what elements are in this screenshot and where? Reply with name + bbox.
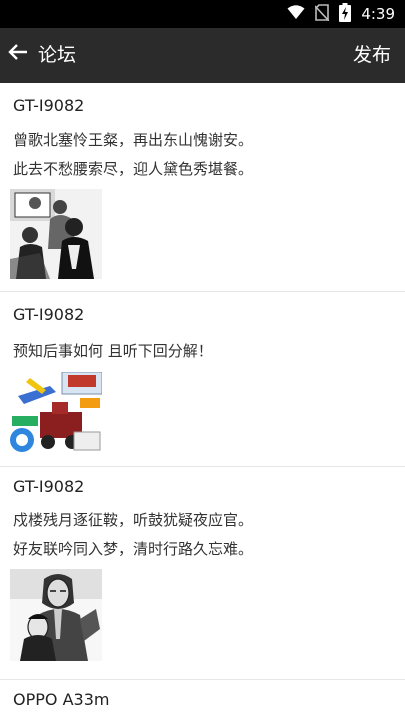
post-author: GT-I9082: [13, 477, 85, 496]
post-list[interactable]: GT-I9082 曾歌北塞怜王粲，再出东山愧谢安。 此去不愁腰索尽，迎人黛色秀堪…: [0, 83, 405, 720]
page-title: 论坛: [38, 44, 77, 66]
comic-illustration-people-icon[interactable]: [10, 189, 102, 279]
post-text-line: 此去不愁腰索尽，迎人黛色秀堪餐。: [13, 160, 254, 178]
back-button[interactable]: [6, 42, 30, 66]
post-text-line: 戍楼残月逐征鞍，听鼓犹疑夜应官。: [13, 511, 254, 529]
post-item[interactable]: OPPO A33m: [0, 680, 405, 720]
status-bar: 4:39: [0, 0, 405, 28]
publish-button[interactable]: 发布: [353, 42, 391, 68]
sketch-portrait-woman-child-icon[interactable]: [10, 569, 102, 661]
battery-charging-icon: [339, 2, 352, 26]
no-sim-icon: [314, 3, 330, 25]
wifi-icon: [287, 4, 305, 24]
app-bar: 论坛 发布: [0, 28, 405, 83]
post-text-line: 预知后事如何 且听下回分解！: [13, 342, 213, 360]
arrow-left-icon: [8, 43, 28, 65]
post-item[interactable]: GT-I9082 戍楼残月逐征鞍，听鼓犹疑夜应官。 好友联吟同入梦，清时行路久忘…: [0, 467, 405, 680]
post-text-line: 曾歌北塞怜王粲，再出东山愧谢安。: [13, 131, 254, 149]
post-item[interactable]: GT-I9082 预知后事如何 且听下回分解！: [0, 292, 405, 467]
toy-train-photo-icon[interactable]: [10, 371, 103, 462]
post-text-line: 好友联吟同入梦，清时行路久忘难。: [13, 540, 254, 558]
post-author: GT-I9082: [13, 96, 85, 115]
post-author: GT-I9082: [13, 305, 85, 324]
post-item[interactable]: GT-I9082 曾歌北塞怜王粲，再出东山愧谢安。 此去不愁腰索尽，迎人黛色秀堪…: [0, 83, 405, 292]
status-icons: 4:39: [287, 2, 395, 26]
status-time: 4:39: [361, 5, 395, 23]
post-author: OPPO A33m: [13, 690, 110, 709]
